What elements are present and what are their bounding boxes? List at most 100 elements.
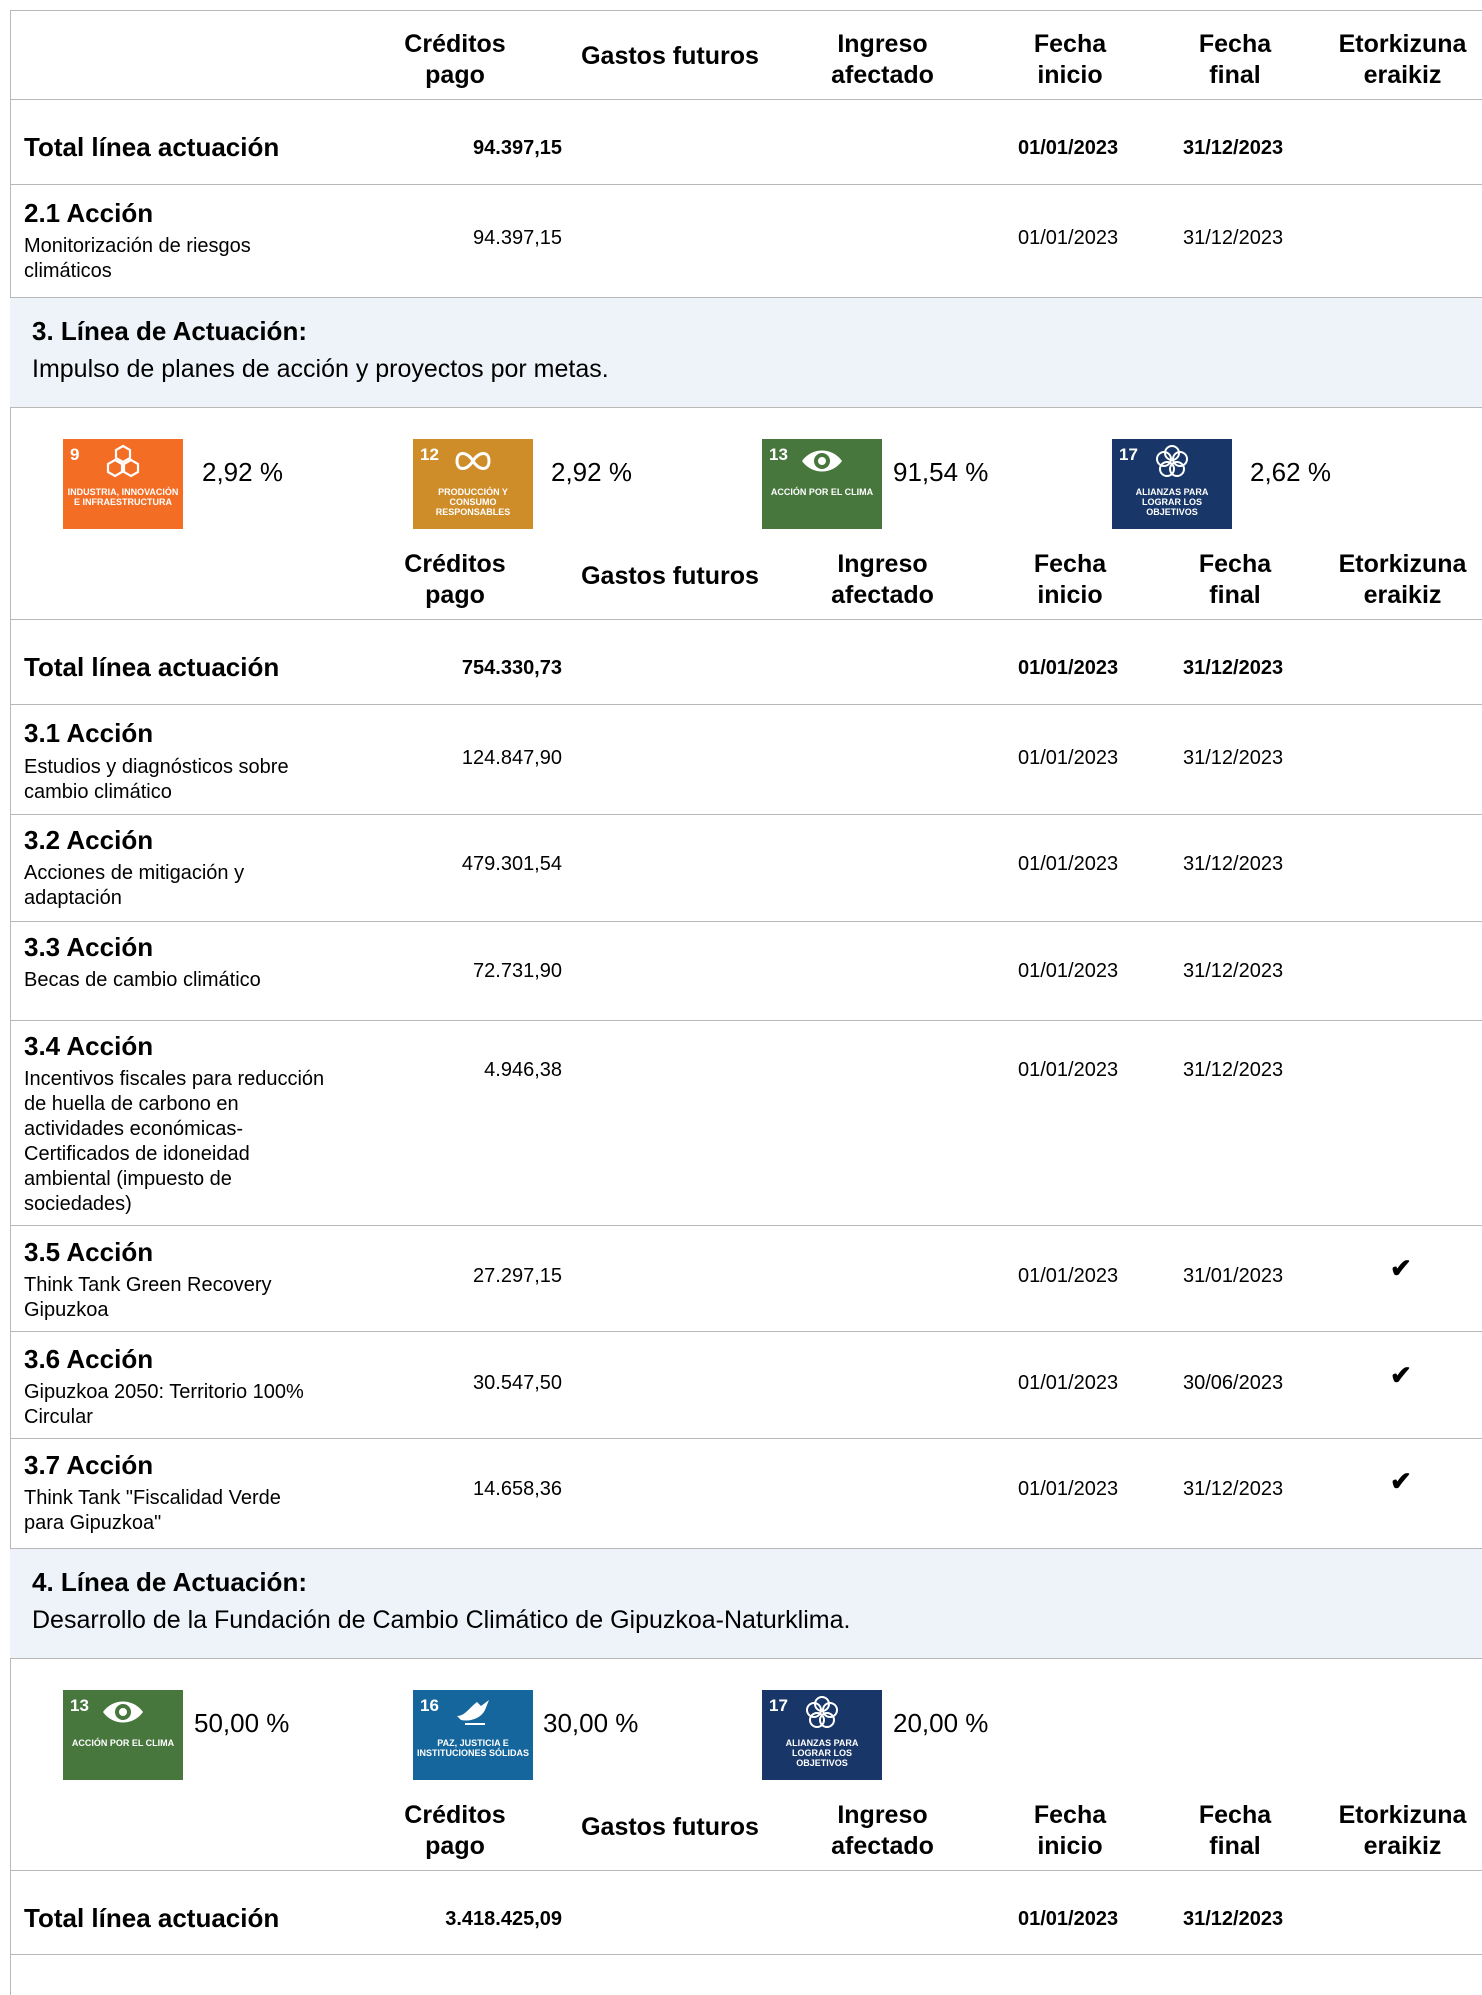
divider [10,1658,1482,1659]
total-label: Total línea actuación [24,652,280,682]
sdg-percentage: 2,92 % [551,457,632,487]
sdg-percentage: 30,00 % [543,1708,639,1738]
header-creditos-pago: Créditos pago [404,550,506,609]
sdg-percentage: 91,54 % [893,457,989,487]
action-fecha-inicio: 01/01/2023 [1018,1372,1119,1394]
header-creditos-pago: Créditos pago [404,30,506,89]
action-creditos: 27.297,15 [473,1265,562,1287]
action-title: 3.3 Acción [24,932,154,962]
divider [10,704,1482,705]
action-description: Incentivos fiscales para reducción de hu… [24,1068,325,1215]
action-fecha-inicio: 01/01/2023 [1018,747,1119,769]
flower-icon [1156,445,1188,477]
divider [10,184,1482,185]
line-header-3 [10,298,1482,407]
total-label: Total línea actuación [24,132,280,162]
table-top-border [10,10,1482,11]
action-fecha-inicio: 01/01/2023 [1018,1059,1119,1081]
sdg-12-badge: 12 PRODUCCIÓN Y CONSUMO RESPONSABLES [413,439,533,529]
sdg-9-badge: 9 INDUSTRIA, INNOVACIÓN E INFRAESTRUCTUR… [63,439,183,529]
action-creditos: 479.301,54 [461,853,562,875]
header-gastos-futuros: Gastos futuros [581,562,759,590]
sdg-percentage: 2,92 % [202,457,283,487]
action-creditos: 14.658,36 [473,1478,562,1500]
header-fecha-inicio: Fecha inicio [1033,550,1107,609]
sdg-percentage: 20,00 % [893,1708,989,1738]
action-fecha-final: 31/12/2023 [1183,853,1284,875]
divider [10,1225,1482,1226]
total-creditos: 754.330,73 [461,657,562,679]
checkmark-icon: ✔ [1390,1253,1412,1283]
action-description: Gipuzkoa 2050: Territorio 100% Circular [24,1381,304,1428]
divider [10,814,1482,815]
divider [10,1438,1482,1439]
action-title: 3.6 Acción [24,1344,154,1374]
infinity-icon [455,452,491,470]
eye-globe-icon [103,1701,143,1723]
action-description: Think Tank "Fiscalidad Verde para Gipuzk… [24,1487,281,1534]
header-fecha-inicio: Fecha inicio [1033,1801,1107,1860]
action-title: 3.2 Acción [24,825,154,855]
header-etorkizuna-eraikiz: Etorkizuna eraikiz [1338,30,1467,89]
sdg-17-badge: 17 ALIANZAS PARA LOGRAR LOS OBJETIVOS [762,1690,882,1780]
action-fecha-final: 31/01/2023 [1183,1265,1284,1287]
line-description: Desarrollo de la Fundación de Cambio Cli… [32,1606,851,1634]
total-creditos: 3.418.425,09 [445,1908,562,1930]
action-description: Acciones de mitigación y adaptación [24,862,245,909]
action-title: 3.4 Acción [24,1031,154,1061]
header-fecha-final: Fecha final [1198,30,1272,89]
total-fecha-inicio: 01/01/2023 [1018,657,1119,679]
divider [10,1331,1482,1332]
action-fecha-final: 31/12/2023 [1183,227,1284,249]
line-description: Impulso de planes de acción y proyectos … [32,355,609,383]
header-etorkizuna-eraikiz: Etorkizuna eraikiz [1338,1801,1467,1860]
action-fecha-inicio: 01/01/2023 [1018,1478,1119,1500]
header-etorkizuna-eraikiz: Etorkizuna eraikiz [1338,550,1467,609]
total-label: Total línea actuación [24,1903,280,1933]
action-fecha-final: 31/12/2023 [1183,960,1284,982]
action-creditos: 94.397,15 [473,227,562,249]
action-description: Think Tank Green Recovery Gipuzkoa [24,1274,272,1321]
action-title: 3.1 Acción [24,718,154,748]
header-fecha-inicio: Fecha inicio [1033,30,1107,89]
total-fecha-inicio: 01/01/2023 [1018,137,1119,159]
dove-icon [457,1700,489,1725]
sdg-percentage: 50,00 % [194,1708,290,1738]
header-ingreso-afectado: Ingreso afectado [831,550,934,609]
checkmark-icon: ✔ [1390,1360,1412,1390]
action-fecha-final: 31/12/2023 [1183,1059,1284,1081]
line-title: 4. Línea de Actuación: [32,1567,307,1597]
sdg-16-badge: 16 PAZ, JUSTICIA E INSTITUCIONES SÓLIDAS [413,1690,533,1780]
cubes-icon [106,444,140,478]
line-title: 3. Línea de Actuación: [32,316,307,346]
action-description: Becas de cambio climático [24,969,261,991]
divider [10,619,1482,620]
action-creditos: 124.847,90 [461,747,562,769]
header-fecha-final: Fecha final [1198,1801,1272,1860]
total-fecha-final: 31/12/2023 [1183,1908,1284,1930]
action-title: 2.1 Acción [24,198,154,228]
total-fecha-final: 31/12/2023 [1183,137,1284,159]
checkmark-icon: ✔ [1390,1466,1412,1496]
total-creditos: 94.397,15 [473,137,562,159]
action-fecha-final: 30/06/2023 [1183,1372,1284,1394]
action-fecha-inicio: 01/01/2023 [1018,853,1119,875]
action-title: 3.7 Acción [24,1450,154,1480]
divider [10,407,1482,408]
eye-globe-icon [802,450,842,472]
header-gastos-futuros: Gastos futuros [581,42,759,70]
line-header-4 [10,1549,1482,1658]
action-fecha-final: 31/12/2023 [1183,747,1284,769]
total-fecha-final: 31/12/2023 [1183,657,1284,679]
sdg-17-badge: 17 ALIANZAS PARA LOGRAR LOS OBJETIVOS [1112,439,1232,529]
action-creditos: 72.731,90 [473,960,562,982]
sdg-13-badge: 13 ACCIÓN POR EL CLIMA [63,1690,183,1780]
action-fecha-inicio: 01/01/2023 [1018,227,1119,249]
action-fecha-final: 31/12/2023 [1183,1478,1284,1500]
divider [10,1870,1482,1871]
action-description: Monitorización de riesgos climáticos [24,235,251,282]
sdg-13-badge: 13 ACCIÓN POR EL CLIMA [762,439,882,529]
action-title: 3.5 Acción [24,1237,154,1267]
action-fecha-inicio: 01/01/2023 [1018,960,1119,982]
header-ingreso-afectado: Ingreso afectado [831,30,934,89]
